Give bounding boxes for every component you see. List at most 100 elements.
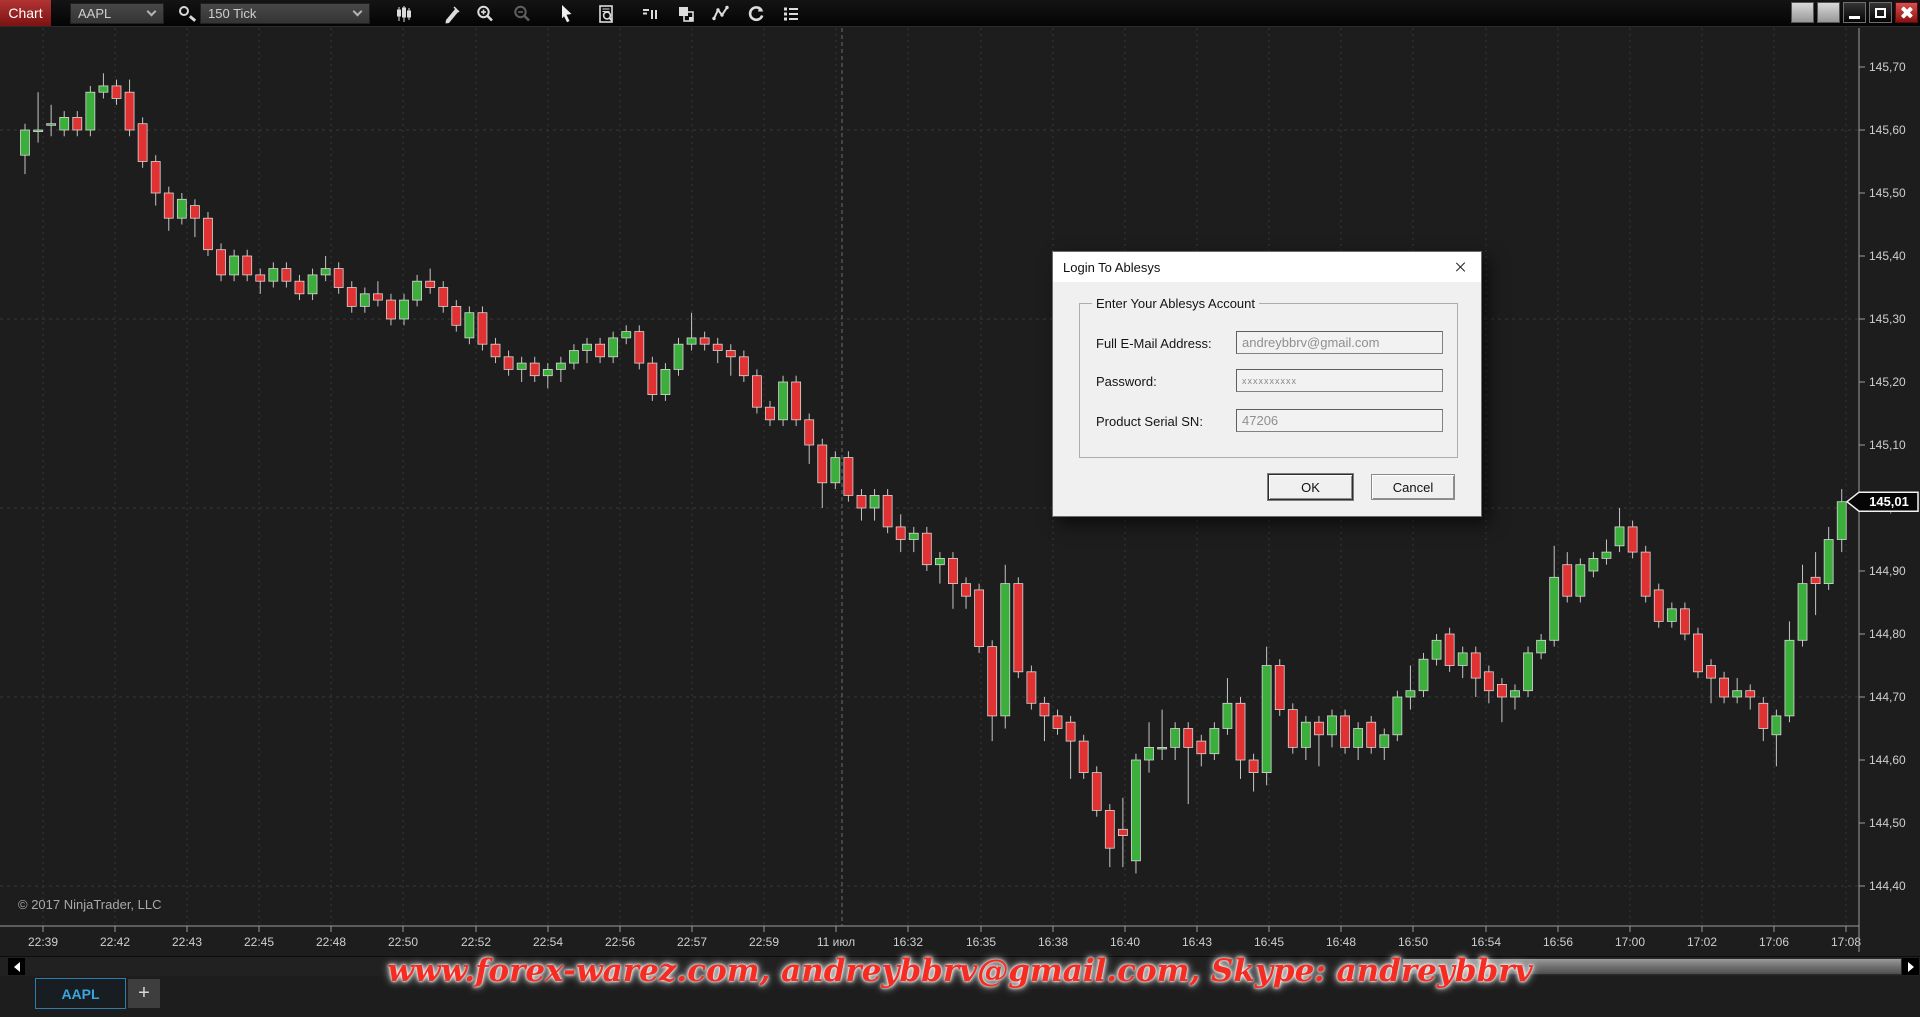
chart-style-icon[interactable] — [392, 3, 416, 24]
candle — [1287, 709, 1298, 748]
interval-select[interactable]: 150 Tick — [200, 3, 370, 24]
add-tab-button[interactable]: + — [128, 979, 160, 1008]
candle — [72, 117, 83, 131]
candle — [150, 161, 161, 194]
ok-button[interactable]: OK — [1267, 473, 1354, 501]
candle — [346, 287, 357, 307]
serial-input[interactable] — [1236, 409, 1443, 432]
scroll-left-button[interactable] — [8, 958, 25, 975]
candle — [752, 375, 762, 408]
candle — [268, 268, 279, 282]
reload-data-icon[interactable] — [744, 3, 768, 24]
instrument-value: AAPL — [78, 6, 112, 21]
zoom-in-icon[interactable] — [473, 3, 497, 24]
candle — [1444, 633, 1455, 666]
candle — [1497, 684, 1507, 698]
candle — [987, 646, 998, 717]
candle — [307, 274, 318, 295]
candle — [1836, 501, 1847, 540]
chart-trader-icon[interactable] — [639, 3, 663, 24]
candle — [765, 406, 775, 421]
candle — [1157, 747, 1167, 750]
templates-icon[interactable] — [674, 3, 698, 24]
scroll-right-button[interactable] — [1902, 958, 1919, 975]
candle — [1013, 583, 1024, 673]
window-button-2[interactable] — [1817, 2, 1840, 23]
properties-icon[interactable] — [779, 3, 803, 24]
tab-aapl[interactable]: AAPL — [35, 978, 126, 1009]
chart-window-button[interactable]: Chart — [0, 0, 51, 26]
candle — [1823, 539, 1834, 584]
candle — [1392, 696, 1403, 736]
password-input[interactable] — [1236, 369, 1443, 392]
candle — [582, 343, 592, 351]
candle — [1758, 702, 1769, 729]
candle — [1810, 576, 1821, 584]
candle — [242, 255, 253, 276]
close-icon — [1900, 6, 1913, 19]
candle — [555, 362, 566, 370]
candle — [399, 299, 409, 320]
candle — [294, 280, 305, 295]
candle — [1300, 721, 1311, 748]
candle — [124, 91, 135, 131]
data-box-icon[interactable] — [595, 3, 619, 24]
instrument-select[interactable]: AAPL — [70, 3, 164, 24]
zoom-out-icon[interactable] — [510, 3, 534, 24]
candle — [1771, 715, 1782, 736]
price-axis[interactable] — [1860, 28, 1920, 926]
candle — [163, 192, 174, 219]
candle — [660, 368, 671, 395]
copyright-text: © 2017 NinjaTrader, LLC — [18, 897, 162, 912]
interval-value: 150 Tick — [208, 6, 257, 21]
email-input[interactable] — [1236, 331, 1443, 354]
chart-canvas[interactable]: 22:39 22:42 22:43 22:45 22:48 22:50 22:52 22:54… — [0, 28, 1920, 952]
candle — [1601, 551, 1612, 559]
minimize-button[interactable] — [1843, 2, 1866, 23]
candle — [712, 343, 723, 351]
candle — [229, 255, 240, 276]
candle — [1418, 658, 1429, 692]
dialog-titlebar[interactable]: Login To Ablesys — [1053, 252, 1481, 282]
candle — [882, 494, 893, 528]
candle — [673, 343, 684, 370]
instrument-search-button[interactable] — [176, 3, 198, 24]
candle — [1039, 702, 1050, 717]
dialog-close-button[interactable] — [1439, 252, 1481, 282]
cancel-button[interactable]: Cancel — [1371, 474, 1455, 500]
close-icon — [1454, 261, 1466, 273]
candle — [1000, 583, 1011, 717]
min-icon — [1849, 16, 1860, 19]
candle — [1510, 690, 1520, 698]
candle — [1732, 690, 1743, 698]
close-button[interactable] — [1895, 2, 1918, 23]
candle — [20, 129, 30, 156]
candle — [1784, 639, 1795, 717]
candle — [1065, 721, 1076, 742]
indicators-icon[interactable] — [709, 3, 733, 24]
candle — [137, 123, 148, 162]
candle — [778, 381, 788, 421]
candle — [203, 217, 213, 251]
candle — [320, 268, 331, 276]
candle — [1379, 734, 1390, 748]
toolbar: Chart AAPL 150 Tick — [0, 0, 1920, 27]
cursor-icon[interactable] — [554, 3, 578, 24]
candle — [1131, 759, 1141, 862]
time-axis[interactable] — [0, 927, 1860, 951]
candle — [1575, 564, 1586, 597]
candle — [1274, 665, 1285, 710]
candle — [1627, 526, 1638, 553]
login-dialog: Login To Ablesys Enter Your Ablesys Acco… — [1052, 251, 1482, 517]
candle — [817, 444, 828, 484]
candle — [412, 280, 423, 301]
drawing-tools-icon[interactable] — [440, 3, 464, 24]
candle — [699, 337, 710, 345]
email-label: Full E-Mail Address: — [1096, 336, 1212, 351]
candle — [529, 362, 540, 377]
maximize-button[interactable] — [1869, 2, 1892, 23]
window-button-1[interactable] — [1791, 2, 1814, 23]
candle — [216, 249, 226, 276]
candle — [1314, 721, 1324, 736]
candle — [621, 331, 632, 339]
